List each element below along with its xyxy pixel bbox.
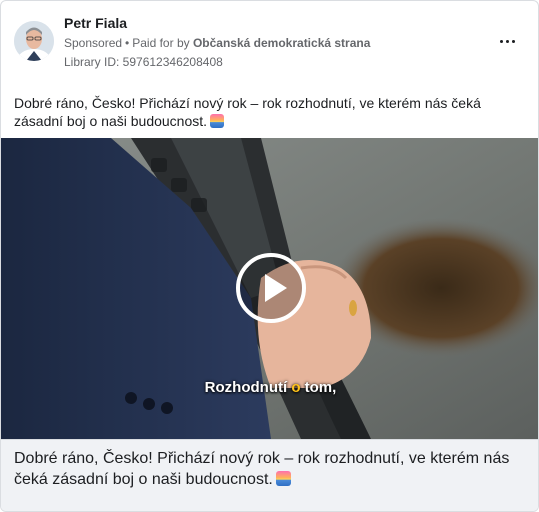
- caption-text: Dobré ráno, Česko! Přichází nový rok – r…: [14, 448, 519, 490]
- play-icon: [265, 274, 287, 302]
- subtitle-before: Rozhodnutí: [204, 379, 292, 396]
- avatar-photo: [14, 21, 54, 61]
- advertiser-name[interactable]: Petr Fiala: [64, 15, 127, 31]
- sunrise-emoji-icon: [275, 471, 291, 486]
- caption-body: Dobré ráno, Česko! Přichází nový rok – r…: [14, 450, 510, 488]
- play-button[interactable]: [236, 253, 306, 323]
- ad-card: Petr Fiala Sponsored • Paid for by Občansk…: [0, 0, 539, 512]
- meta-separator: •: [125, 36, 130, 50]
- paid-for-prefix: Paid for by: [132, 36, 190, 50]
- subtitle-after: tom,: [300, 379, 337, 396]
- sunrise-emoji-icon: [210, 114, 225, 128]
- library-id: Library ID: 597612346208408: [64, 55, 223, 69]
- post-body: Dobré ráno, Česko! Přichází nový rok – r…: [14, 95, 481, 129]
- video-subtitle: Rozhodnutí o tom,: [1, 379, 538, 396]
- ad-meta: Sponsored • Paid for by Občanská demokrati…: [64, 36, 370, 50]
- video-caption-bar: Dobré ráno, Česko! Přichází nový rok – r…: [1, 439, 538, 511]
- post-text: Dobré ráno, Česko! Přichází nový rok – r…: [14, 94, 524, 130]
- video-player[interactable]: Rozhodnutí o tom,: [1, 138, 538, 439]
- sponsored-label: Sponsored: [64, 36, 123, 50]
- more-options-icon[interactable]: [495, 29, 519, 53]
- paid-for-entity[interactable]: Občanská demokratická strana: [193, 36, 370, 50]
- advertiser-avatar[interactable]: [14, 21, 54, 61]
